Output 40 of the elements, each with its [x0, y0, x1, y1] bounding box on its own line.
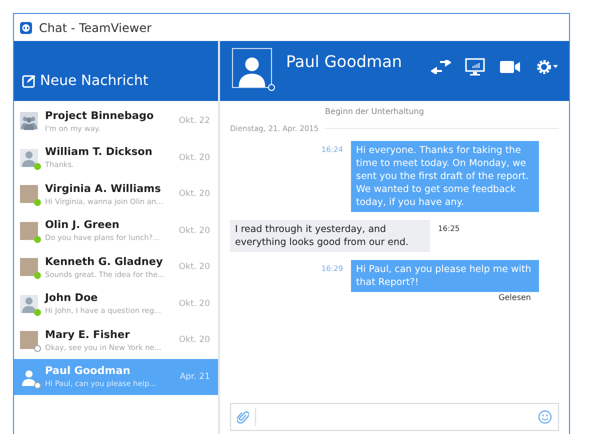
contact-date: Okt. 20 — [178, 226, 210, 236]
contact-date: Okt. 20 — [178, 298, 210, 309]
message-input-field[interactable] — [230, 403, 559, 431]
contact-date: Okt. 20 — [178, 152, 210, 163]
contact-date: Apr. 21 — [180, 372, 210, 382]
contact-name: Mary E. Fisher — [45, 328, 131, 341]
paperclip-icon[interactable] — [237, 410, 249, 424]
contact-name: Paul Goodman — [45, 365, 132, 378]
contact-date: Okt. 20 — [178, 335, 210, 346]
monitor-icon[interactable] — [465, 58, 485, 76]
transfer-arrows-icon[interactable] — [431, 60, 451, 74]
person-avatar-icon — [20, 368, 38, 386]
contact-name: Project Binnebago — [45, 110, 155, 122]
contact-date: Okt. 20 — [178, 189, 210, 200]
contact-name: William T. Dickson — [45, 146, 154, 158]
window-title: Chat - TeamViewer — [39, 20, 152, 34]
photo-placeholder — [20, 222, 38, 240]
person-avatar-icon — [20, 294, 38, 313]
conversation-start-note: Beginn der Unterhaltung — [325, 107, 424, 116]
person-avatar-icon — [20, 148, 38, 167]
contact-name: Virginia A. Williams — [45, 182, 162, 195]
video-camera-icon[interactable] — [499, 60, 521, 74]
new-message-button[interactable]: Neue Nachricht — [22, 73, 148, 89]
contact-name: Olin J. Green — [45, 219, 120, 232]
photo-placeholder — [20, 185, 38, 204]
message-bubble: Hi everyone. Thanks for taking the time to meet today. On Monday, we sent you the first draft of the report. We wanted to get some feedback today, if you have any. — [351, 141, 539, 212]
app-logo-icon — [20, 22, 32, 34]
chat-contact-name: Paul Goodman — [286, 52, 404, 71]
message-bubble: I read through it yesterday, and everything looks good from our end. — [230, 220, 430, 252]
photo-placeholder — [20, 331, 38, 350]
message-bubble: Hi Paul, can you please help me with that Report?! — [351, 260, 539, 292]
settings-icon[interactable] — [535, 58, 559, 76]
contact-name: John Doe — [45, 292, 99, 304]
group-avatar-icon — [20, 112, 38, 130]
contact-date: Okt. 22 — [178, 116, 210, 126]
read-receipt: Gelesen — [498, 293, 531, 302]
photo-placeholder — [20, 258, 38, 276]
contact-date: Okt. 20 — [178, 262, 210, 272]
compose-icon — [22, 74, 36, 88]
contact-name: Kenneth G. Gladney — [45, 256, 164, 268]
